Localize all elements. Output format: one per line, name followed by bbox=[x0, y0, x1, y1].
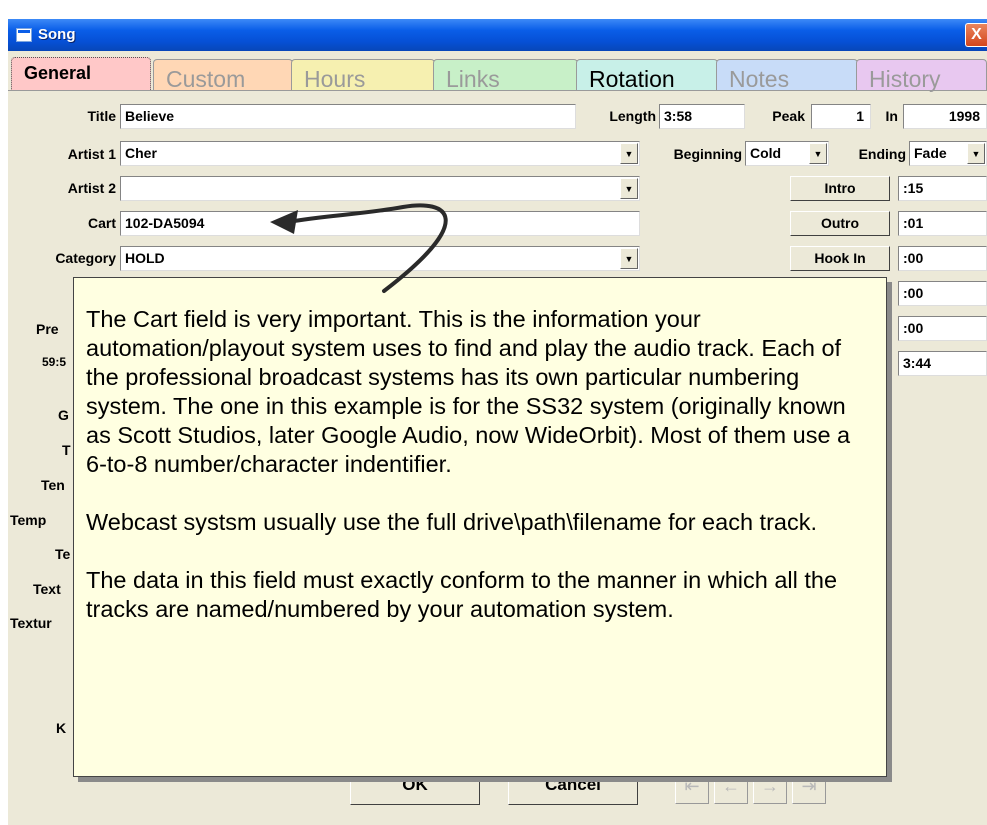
tab-hours[interactable]: Hours bbox=[291, 59, 435, 92]
artist2-combo[interactable]: ▼ bbox=[120, 176, 640, 201]
chevron-down-icon[interactable]: ▼ bbox=[620, 143, 638, 164]
callout-paragraph: The data in this field must exactly conf… bbox=[86, 567, 838, 622]
chevron-down-icon[interactable]: ▼ bbox=[967, 143, 985, 164]
in-field[interactable]: 1998 bbox=[903, 104, 987, 129]
artist1-combo[interactable]: Cher ▼ bbox=[120, 141, 640, 166]
ending-combo[interactable]: Fade ▼ bbox=[909, 141, 987, 166]
hidden-label: K bbox=[56, 720, 67, 736]
tab-rotation[interactable]: Rotation bbox=[576, 59, 718, 92]
outro-button[interactable]: Outro bbox=[790, 211, 890, 236]
timing-field-6[interactable]: 3:44 bbox=[898, 351, 987, 376]
hook-in-field[interactable]: :00 bbox=[898, 246, 987, 271]
ending-label: Ending bbox=[858, 146, 906, 162]
artist1-value: Cher bbox=[125, 145, 157, 161]
tab-links[interactable]: Links bbox=[433, 59, 578, 92]
title-bar: Song X bbox=[8, 19, 987, 51]
window-title: Song bbox=[38, 26, 76, 43]
peak-field[interactable]: 1 bbox=[811, 104, 871, 129]
category-label: Category bbox=[55, 250, 116, 266]
hook-in-button[interactable]: Hook In bbox=[790, 246, 890, 271]
hidden-label: 59:5 bbox=[42, 355, 67, 369]
title-label: Title bbox=[87, 108, 116, 124]
song-window: Song X General Custom Hours Links Rotati… bbox=[8, 19, 987, 825]
timing-field-5[interactable]: :00 bbox=[898, 316, 987, 341]
tab-panel-border bbox=[8, 90, 987, 91]
beginning-label: Beginning bbox=[673, 146, 742, 162]
hidden-label: G bbox=[58, 407, 69, 423]
tab-notes[interactable]: Notes bbox=[716, 59, 858, 92]
beginning-combo[interactable]: Cold ▼ bbox=[745, 141, 829, 166]
hidden-label: Temp bbox=[10, 512, 47, 528]
title-field[interactable]: Believe bbox=[120, 104, 576, 129]
hook-out-field[interactable]: :00 bbox=[898, 281, 987, 306]
length-label: Length bbox=[609, 108, 656, 124]
hidden-label: Ten bbox=[41, 477, 65, 493]
hidden-label: Text bbox=[33, 581, 61, 597]
category-combo[interactable]: HOLD ▼ bbox=[120, 246, 640, 271]
outro-field[interactable]: :01 bbox=[898, 211, 987, 236]
intro-field[interactable]: :15 bbox=[898, 176, 987, 201]
cart-field[interactable]: 102-DA5094 bbox=[120, 211, 640, 236]
chevron-down-icon[interactable]: ▼ bbox=[620, 178, 638, 199]
hidden-label: Te bbox=[55, 546, 71, 562]
window-icon bbox=[16, 28, 32, 42]
beginning-value: Cold bbox=[750, 145, 782, 161]
tab-general[interactable]: General bbox=[11, 57, 151, 91]
peak-label: Peak bbox=[772, 108, 805, 124]
artist2-label: Artist 2 bbox=[67, 180, 116, 196]
chevron-down-icon[interactable]: ▼ bbox=[620, 248, 638, 269]
cart-label: Cart bbox=[87, 215, 116, 231]
hidden-label: T bbox=[62, 442, 71, 458]
length-field[interactable]: 3:58 bbox=[659, 104, 745, 129]
artist1-label: Artist 1 bbox=[67, 146, 116, 162]
in-label: In bbox=[885, 108, 898, 124]
tab-history[interactable]: History bbox=[856, 59, 987, 92]
ending-value: Fade bbox=[914, 145, 947, 161]
category-value: HOLD bbox=[125, 250, 165, 266]
hidden-label: Pre bbox=[36, 321, 59, 337]
close-button[interactable]: X bbox=[965, 23, 987, 47]
callout-paragraph: The Cart field is very important. This i… bbox=[86, 306, 851, 477]
callout-paragraph: Webcast systsm usually use the full driv… bbox=[86, 509, 818, 535]
hidden-label: Textur bbox=[10, 615, 52, 631]
tab-custom[interactable]: Custom bbox=[153, 59, 293, 92]
chevron-down-icon[interactable]: ▼ bbox=[809, 143, 827, 164]
intro-button[interactable]: Intro bbox=[790, 176, 890, 201]
cart-help-callout: The Cart field is very important. This i… bbox=[73, 277, 887, 777]
